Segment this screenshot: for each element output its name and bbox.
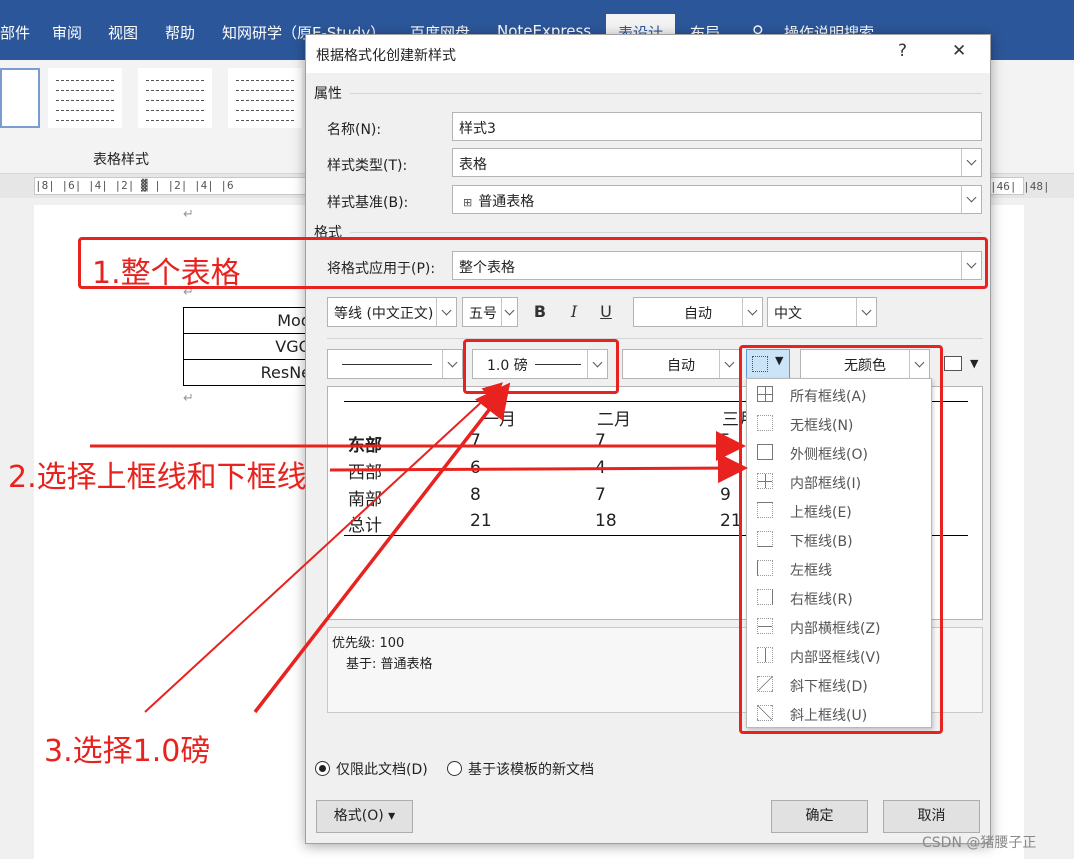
annotation-step3: 3.选择1.0磅 (44, 734, 211, 769)
annotation-step2: 2.选择上框线和下框线 (8, 460, 307, 495)
arrow-to-line-weight-2 (253, 382, 511, 714)
arrow-to-line-weight (144, 382, 503, 713)
annotation-step1: 1.整个表格 (92, 256, 241, 291)
watermark: CSDN @猪腰子正 (922, 835, 1037, 851)
arrow-to-borders-2 (329, 453, 748, 484)
